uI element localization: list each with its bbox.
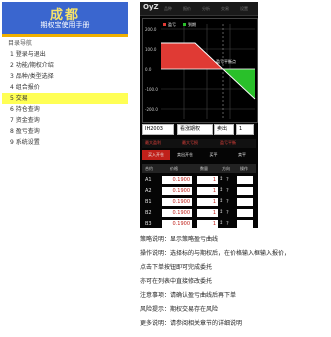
quantity-input[interactable]: 1 (197, 176, 218, 184)
query-icon[interactable]: ? (226, 221, 229, 227)
sidebar: 成都 期权宝使用手册 目录导航 1 登录与退出 2 功能/期权介绍 3 品种/类… (0, 0, 130, 337)
grid-col-header: 方向 (222, 166, 230, 171)
submit-box[interactable] (237, 209, 253, 217)
y-tick-label: 0.0 (145, 67, 152, 72)
row-label: B2 (145, 210, 152, 216)
quantity-input[interactable]: 1 (197, 209, 218, 217)
order-row: B3 0.1900 1 ↕ ? (142, 219, 256, 228)
y-tick-label: 200.0 (145, 27, 157, 32)
legend-label: 到期 (188, 21, 196, 27)
submit-box[interactable] (237, 220, 253, 228)
app-brand: OyZ (143, 3, 159, 11)
price-input[interactable]: 0.1900 (162, 209, 192, 217)
app-topbar: OyZ 品种 报价 分析 交易 设置 (140, 2, 258, 16)
banner-subtitle: 期权宝使用手册 (40, 21, 90, 29)
price-input[interactable]: 0.1900 (162, 220, 192, 228)
underlying-select[interactable]: IH2003 (142, 124, 174, 135)
toc-item[interactable]: 1 登录与退出 (2, 49, 128, 60)
manual-banner: 成都 期权宝使用手册 (2, 2, 128, 37)
contract-selectors: IH2003 看涨期权 卖出 1 (142, 124, 256, 135)
top-tab[interactable]: 报价 (183, 6, 191, 12)
direction-select[interactable]: 卖出 (214, 124, 234, 135)
toc-item[interactable]: 7 资金查询 (2, 115, 128, 126)
legend-label: 盈亏 (168, 22, 176, 27)
instruction-notes: 策略说明：显示策略盈亏曲线 操作说明：选择标的与期权后，在价格输入框输入报价， … (140, 233, 330, 331)
top-tab[interactable]: 交易 (221, 6, 229, 12)
pnl-info-label: 最大盈利 (145, 140, 161, 145)
pnl-info-row: 最大盈利 最大亏损 盈亏平衡 (142, 139, 256, 148)
stepper-icon[interactable]: ↕ (219, 176, 223, 182)
query-icon[interactable]: ? (226, 188, 229, 194)
grid-col-header: 价格 (170, 166, 178, 171)
legend-swatch-loss (163, 23, 166, 26)
toc-item[interactable]: 4 组合报价 (2, 82, 128, 93)
price-input[interactable]: 0.1900 (162, 198, 192, 206)
order-tabs: 买入开仓 卖出开仓 买平 卖平 (142, 150, 256, 160)
stepper-icon[interactable]: ↕ (219, 220, 223, 226)
grid-col-header: 合约 (145, 166, 153, 171)
option-type-select[interactable]: 看涨期权 (177, 124, 213, 135)
top-tab[interactable]: 分析 (202, 6, 210, 12)
query-icon[interactable]: ? (226, 199, 229, 205)
row-label: A2 (145, 188, 152, 194)
note-line: 注意事项：请确认盈亏曲线后再下单 (140, 292, 237, 299)
pnl-info-label: 盈亏平衡 (220, 140, 236, 145)
y-tick-label: -100.0 (145, 87, 158, 92)
note-line: 策略说明：显示策略盈亏曲线 (140, 236, 219, 243)
order-row: B2 0.1900 1 ↕ ? (142, 208, 256, 219)
stepper-icon[interactable]: ↕ (219, 209, 223, 215)
tab-sell-open[interactable]: 卖出开仓 (171, 150, 199, 160)
tab-buy-open[interactable]: 买入开仓 (142, 150, 170, 160)
toc-title: 目录导航 (8, 40, 33, 47)
toc-item[interactable]: 9 系统设置 (2, 137, 128, 148)
y-tick-label: 100.0 (145, 47, 157, 52)
grid-col-header: 操作 (240, 166, 248, 171)
submit-box[interactable] (237, 176, 253, 184)
note-line: 操作说明：选择标的与期权后，在价格输入框输入报价， (140, 250, 291, 257)
top-tab[interactable]: 设置 (240, 6, 248, 12)
y-tick-label: -200.0 (145, 107, 158, 112)
grid-col-header: 数量 (200, 166, 208, 171)
order-row: B1 0.1900 1 ↕ ? (142, 197, 256, 208)
row-label: B3 (145, 221, 152, 227)
order-grid-header: 合约 价格 数量 方向 操作 (142, 164, 256, 173)
submit-box[interactable] (237, 187, 253, 195)
quantity-input[interactable]: 1 (197, 220, 218, 228)
breakeven-annotation: 盈亏平衡点 (216, 58, 236, 64)
quantity-input[interactable]: 1 (197, 187, 218, 195)
tab-sell-close[interactable]: 卖平 (228, 150, 256, 160)
loss-area (161, 43, 223, 69)
query-icon[interactable]: ? (226, 210, 229, 216)
legend-swatch-profit (183, 23, 186, 26)
toc-item[interactable]: 2 功能/期权介绍 (2, 60, 128, 71)
submit-box[interactable] (237, 198, 253, 206)
price-input[interactable]: 0.1900 (162, 176, 192, 184)
note-line: 风险提示：期权交易存在风险 (140, 306, 219, 313)
quantity-input[interactable]: 1 (197, 198, 218, 206)
app-screenshot: OyZ 品种 报价 分析 交易 设置 200.0 100.0 0.0 -100.… (140, 2, 258, 228)
stepper-icon[interactable]: ↕ (219, 198, 223, 204)
note-line: 亦可在列表中直接修改委托 (140, 278, 213, 285)
query-icon[interactable]: ? (226, 177, 229, 183)
row-label: A1 (145, 177, 152, 183)
pnl-info-label: 最大亏损 (182, 140, 198, 145)
payoff-chart-svg: 200.0 100.0 0.0 -100.0 -200.0 盈亏 到期 盈亏平衡… (145, 21, 256, 119)
price-input[interactable]: 0.1900 (162, 187, 192, 195)
order-row: A1 0.1900 1 ↕ ? (142, 175, 256, 186)
tab-buy-close[interactable]: 买平 (200, 150, 227, 160)
payoff-chart: 200.0 100.0 0.0 -100.0 -200.0 盈亏 到期 盈亏平衡… (142, 18, 258, 123)
stepper-icon[interactable]: ↕ (219, 187, 223, 193)
note-line: 点击下单按钮即可完成委托 (140, 264, 213, 271)
row-label: B1 (145, 199, 152, 205)
toc-item[interactable]: 8 盈亏查询 (2, 126, 128, 137)
toc-item-active[interactable]: 5 交易 (2, 93, 128, 104)
toc-item[interactable]: 3 品种/类型选择 (2, 71, 128, 82)
quantity-select[interactable]: 1 (236, 124, 254, 135)
note-line: 更多说明：请参阅相关章节的详细说明 (140, 320, 243, 327)
top-tab[interactable]: 品种 (164, 6, 172, 12)
order-row: A2 0.1900 1 ↕ ? (142, 186, 256, 197)
toc-nav: 目录导航 1 登录与退出 2 功能/期权介绍 3 品种/类型选择 4 组合报价 … (2, 38, 128, 148)
toc-item[interactable]: 6 持仓查询 (2, 104, 128, 115)
